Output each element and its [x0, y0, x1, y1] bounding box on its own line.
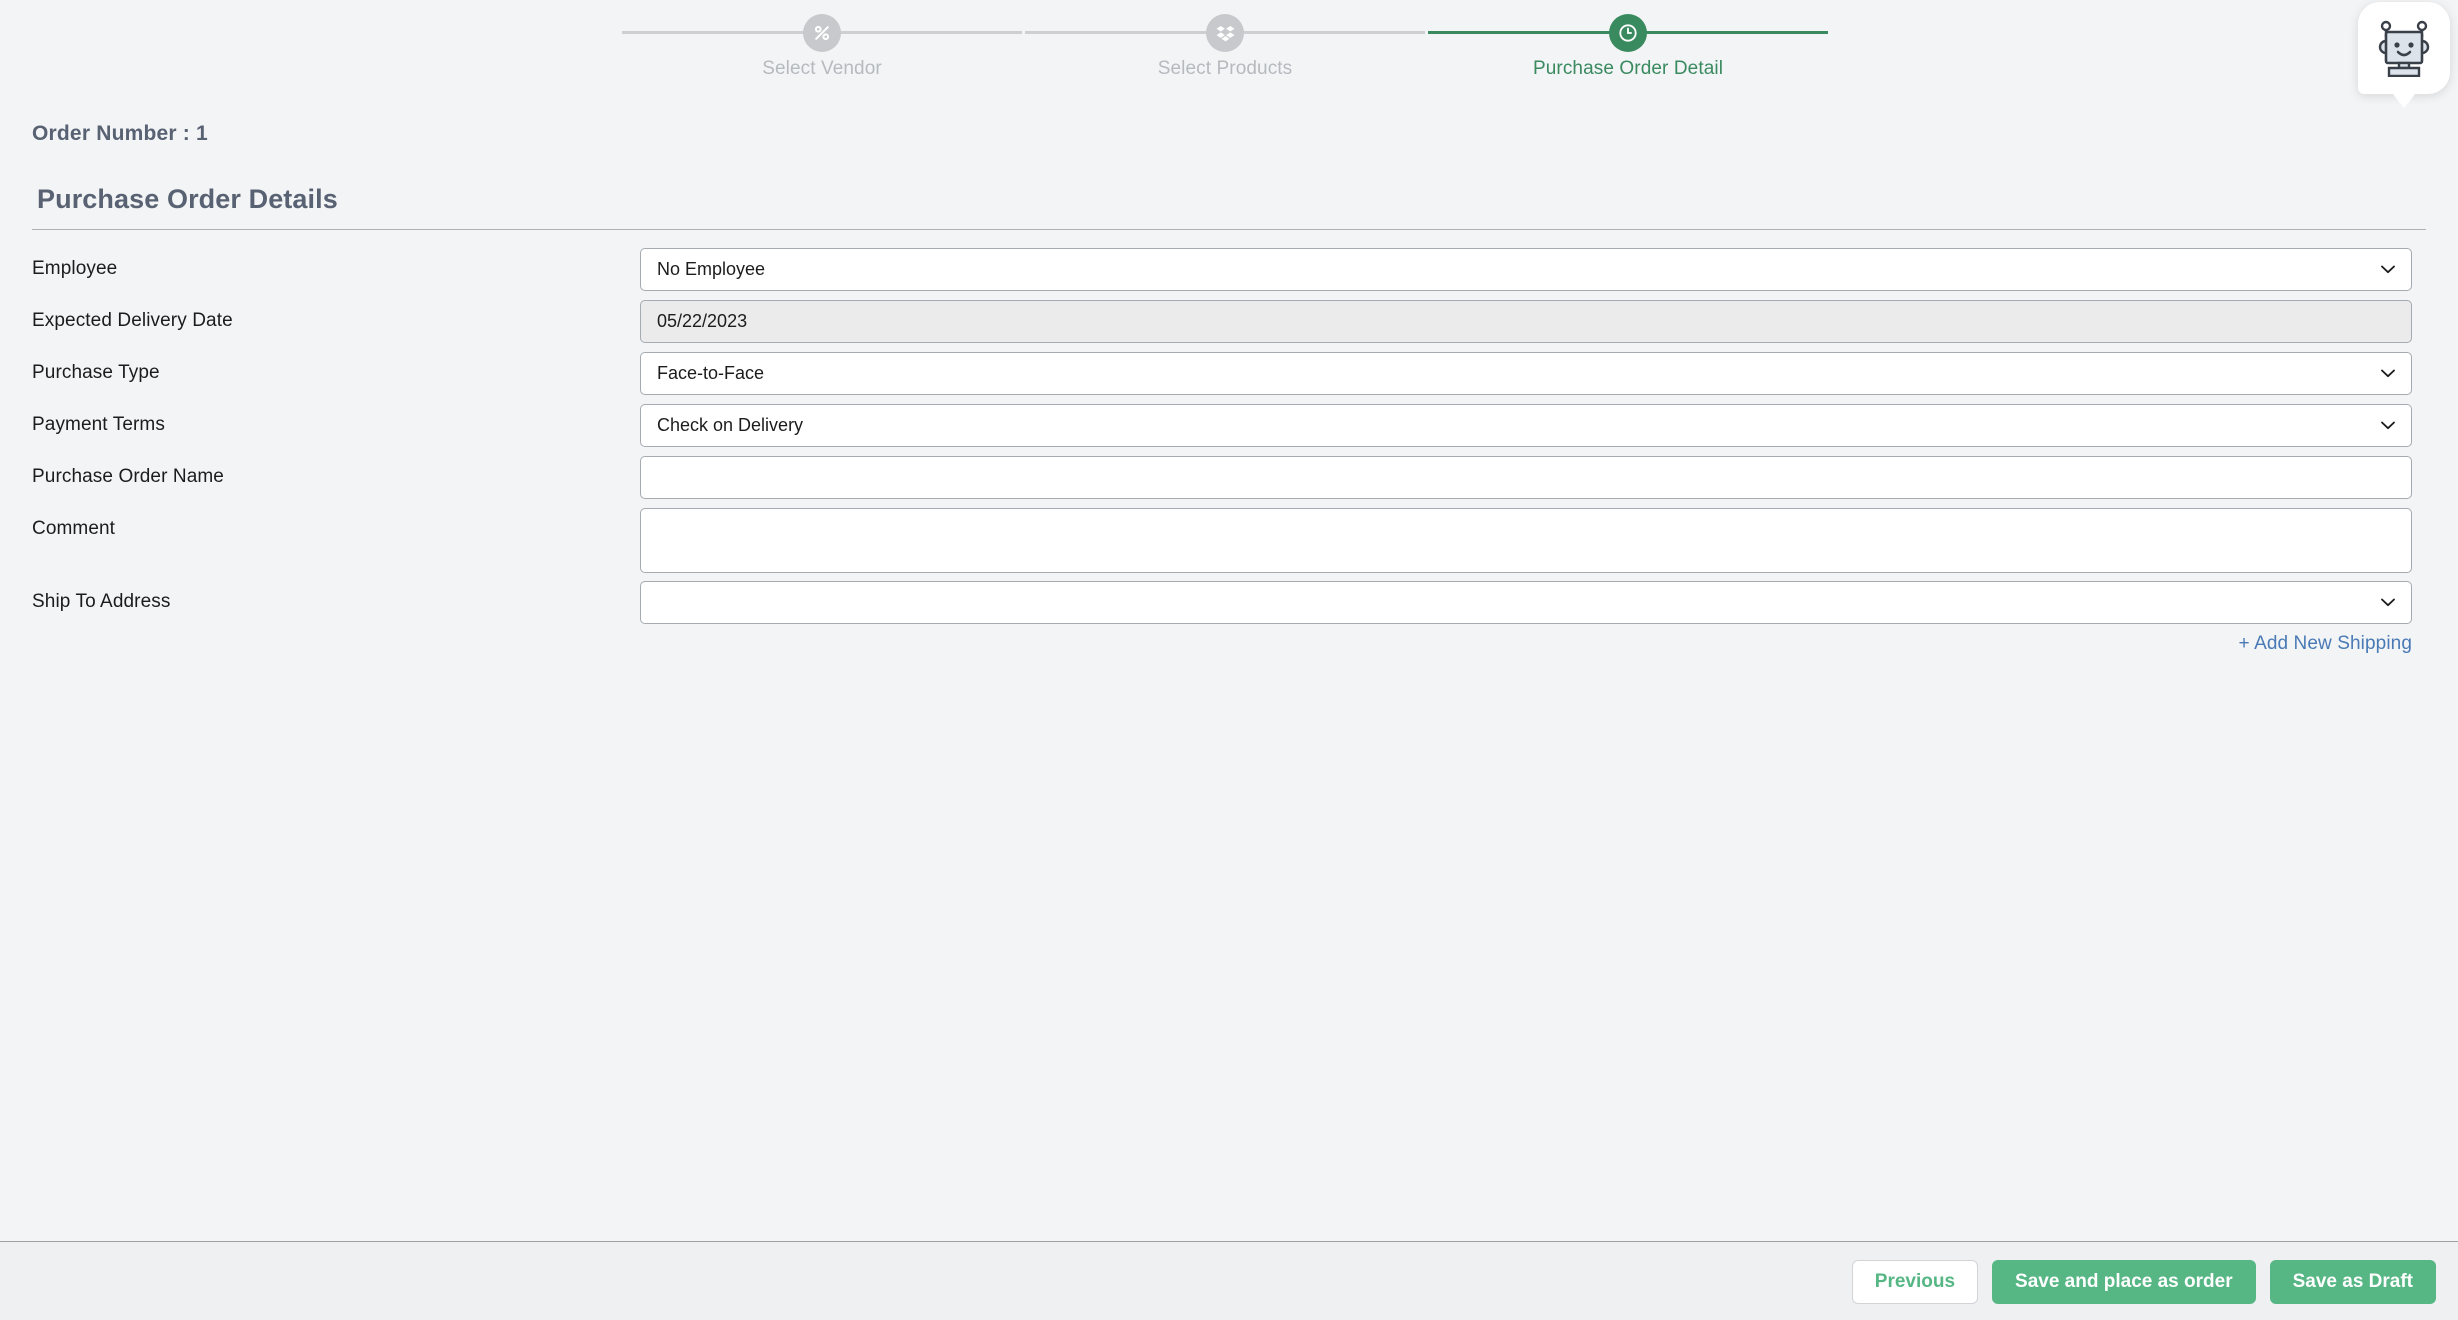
percent-icon — [803, 14, 841, 52]
expected-delivery-date-input[interactable]: 05/22/2023 — [640, 300, 2412, 343]
section-heading: Purchase Order Details — [37, 184, 338, 214]
field-label-purchase-order-name: Purchase Order Name — [32, 466, 224, 487]
stepper-label: Select Vendor — [762, 58, 882, 79]
chevron-down-icon — [2381, 421, 2395, 430]
employee-select-value: No Employee — [657, 259, 766, 279]
field-label-expected-delivery-date: Expected Delivery Date — [32, 310, 233, 331]
purchase-type-select-value: Face-to-Face — [657, 363, 765, 383]
employee-select[interactable]: No Employee — [640, 248, 2412, 291]
progress-stepper: Select Vendor Select Products Purchase O… — [0, 0, 2458, 140]
stepper-label: Purchase Order Detail — [1532, 58, 1724, 79]
footer-actions: Previous Save and place as order Save as… — [1851, 1260, 2436, 1304]
chevron-down-icon — [2381, 369, 2395, 378]
stepper-label: Select Products — [1157, 58, 1293, 79]
ship-to-address-select[interactable] — [640, 581, 2412, 624]
chevron-down-icon — [2381, 598, 2395, 607]
robot-avatar-icon[interactable] — [2358, 2, 2450, 108]
previous-button[interactable]: Previous — [1851, 1260, 1979, 1304]
package-icon — [1206, 14, 1244, 52]
field-label-ship-to-address: Ship To Address — [32, 591, 171, 612]
save-and-place-order-button[interactable]: Save and place as order — [1992, 1260, 2256, 1304]
field-label-employee: Employee — [32, 258, 118, 279]
clock-icon — [1609, 14, 1647, 52]
field-label-payment-terms: Payment Terms — [32, 414, 165, 435]
comment-textarea[interactable] — [640, 508, 2412, 573]
purchase-order-name-input[interactable] — [640, 456, 2412, 499]
chevron-down-icon — [2381, 265, 2395, 274]
field-label-purchase-type: Purchase Type — [32, 362, 160, 383]
payment-terms-select-value: Check on Delivery — [657, 415, 804, 435]
footer-bar: Previous Save and place as order Save as… — [0, 1241, 2458, 1320]
expected-delivery-date-value: 05/22/2023 — [657, 311, 748, 331]
add-new-shipping-link[interactable]: + Add New Shipping — [2239, 633, 2412, 655]
payment-terms-select[interactable]: Check on Delivery — [640, 404, 2412, 447]
purchase-type-select[interactable]: Face-to-Face — [640, 352, 2412, 395]
section-divider — [32, 229, 2426, 230]
save-as-draft-button[interactable]: Save as Draft — [2269, 1260, 2436, 1304]
page-title: Order Number : 1 — [32, 122, 208, 145]
field-label-comment: Comment — [32, 518, 116, 539]
